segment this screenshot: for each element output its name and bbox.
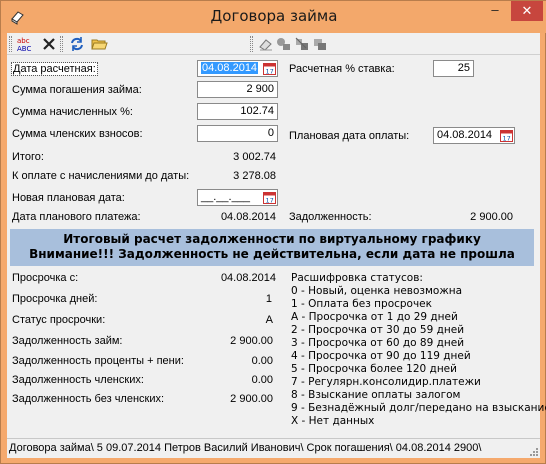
overdue-status-value: А: [265, 314, 273, 326]
legend-item: А - Просрочка от 1 до 29 дней: [291, 311, 458, 323]
svg-text:17: 17: [266, 197, 274, 205]
overdue-status-label: Статус просрочки:: [12, 314, 106, 326]
debt-label: Задолженность:: [289, 211, 372, 223]
debt-value: 2 900.00: [470, 211, 513, 223]
resize-grip-icon[interactable]: [528, 446, 538, 456]
calc-date-value: 04.08.2014: [201, 62, 259, 74]
calendar-icon[interactable]: 17: [263, 62, 276, 76]
overdue-from-value: 04.08.2014: [220, 272, 276, 284]
svg-text:ABC: ABC: [17, 45, 31, 53]
plan-pay-date-field[interactable]: 04.08.2014 17: [433, 127, 515, 144]
toolbar-grip[interactable]: [9, 36, 12, 52]
repay-sum-label: Сумма погашения займа:: [12, 84, 142, 96]
legend-item: 1 - Оплата без просрочек: [291, 298, 432, 310]
svg-text:17: 17: [266, 68, 274, 76]
to-pay-label: К оплате с начислениями до даты:: [12, 170, 190, 182]
legend-item: 3 - Просрочка от 60 до 89 дней: [291, 337, 465, 349]
plan-payment-date-label: Дата планового платежа:: [12, 211, 141, 223]
legend-title: Расшифровка статусов:: [291, 272, 423, 284]
toolbar: abc ABC: [7, 33, 540, 55]
calendar-icon[interactable]: 17: [500, 129, 513, 143]
abc-spellcheck-icon[interactable]: abc ABC: [16, 35, 34, 53]
debt-member-value: 0.00: [251, 374, 273, 386]
legend-item: 5 - Просрочка более 120 дней: [291, 363, 457, 375]
overdue-from-label: Просрочка с:: [12, 272, 79, 284]
eraser-icon[interactable]: [257, 35, 275, 53]
banner-warning: Внимание!!! Задолженность не действитель…: [29, 247, 515, 261]
legend-item: 9 - Безнадёжный долг/передано на взыскан…: [291, 402, 546, 414]
legend-item: 0 - Новый, оценка невозможна: [291, 285, 463, 297]
svg-text:abc: abc: [17, 37, 30, 45]
legend-item: 2 - Просрочка от 30 до 59 дней: [291, 324, 465, 336]
accrued-interest-label: Сумма начисленных %:: [12, 106, 133, 118]
to-pay-value: 3 278.08: [233, 170, 276, 182]
status-bar: Договора займа\ 5 09.07.2014 Петров Васи…: [7, 438, 540, 458]
debt-interest-label: Задолженность проценты + пени:: [12, 355, 184, 367]
member-fee-label: Сумма членских взносов:: [12, 128, 143, 140]
status-bar-text: Договора займа\ 5 09.07.2014 Петров Васи…: [9, 442, 482, 454]
debt-member-label: Задолженность членских:: [12, 374, 144, 386]
member-fee-field[interactable]: 0: [197, 125, 278, 142]
refresh-icon[interactable]: [68, 35, 86, 53]
gray-tools-icon[interactable]: [275, 35, 293, 53]
plan-pay-date-label: Плановая дата оплаты:: [289, 130, 410, 142]
calc-date-label: Дата расчетная:: [11, 62, 98, 76]
new-plan-date-value: __.__.___: [201, 191, 250, 203]
legend-item: 4 - Просрочка от 90 до 119 дней: [291, 350, 471, 362]
toolbar-separator: [60, 36, 63, 52]
plan-pay-date-value: 04.08.2014: [437, 129, 493, 141]
debt-no-member-value: 2 900.00: [230, 393, 273, 405]
toolbar-separator: [250, 36, 253, 52]
title-bar[interactable]: Договора займа – ✕: [1, 1, 546, 33]
gray-tools-icon[interactable]: [293, 35, 311, 53]
rate-label: Расчетная % ставка:: [289, 63, 395, 75]
overdue-days-label: Просрочка дней:: [12, 293, 98, 305]
svg-text:17: 17: [503, 135, 511, 143]
virtual-schedule-banner: Итоговый расчет задолженности по виртуал…: [10, 229, 534, 266]
delete-x-icon[interactable]: [40, 35, 58, 53]
minimize-button[interactable]: –: [482, 1, 508, 21]
overdue-days-value: 1: [265, 293, 272, 305]
legend-item: 8 - Взыскание оплаты залогом: [291, 389, 461, 401]
new-plan-date-label: Новая плановая дата:: [12, 192, 125, 204]
open-folder-icon[interactable]: [90, 35, 108, 53]
debt-loans-value: 2 900.00: [230, 335, 273, 347]
total-value: 3 002.74: [233, 151, 276, 163]
calc-date-field[interactable]: 04.08.2014 17: [197, 60, 278, 77]
loan-contract-window: Договора займа – ✕ abc ABC Дата расчетна…: [0, 0, 546, 464]
window-title: Договора займа: [210, 7, 338, 25]
legend-item: 7 - Регулярн.консолидир.платежи: [291, 376, 481, 388]
new-plan-date-field[interactable]: __.__.___ 17: [197, 189, 278, 206]
rate-field[interactable]: 25: [433, 60, 474, 77]
accrued-interest-field[interactable]: 102.74: [197, 103, 278, 120]
gray-tools-icon[interactable]: [311, 35, 329, 53]
calendar-icon[interactable]: 17: [263, 191, 276, 205]
repay-sum-field[interactable]: 2 900: [197, 81, 278, 98]
debt-interest-value: 0.00: [251, 355, 273, 367]
total-label: Итого:: [12, 151, 44, 163]
debt-loans-label: Задолженность займ:: [12, 335, 123, 347]
legend-item: X - Нет данных: [291, 415, 375, 427]
plan-payment-date-value: 04.08.2014: [220, 211, 276, 223]
close-button[interactable]: ✕: [511, 1, 543, 21]
banner-title: Итоговый расчет задолженности по виртуал…: [63, 232, 481, 246]
debt-no-member-label: Задолженность без членских:: [12, 393, 165, 405]
client-area: abc ABC Дата расчетная: 04.08.2014 17 Су…: [7, 33, 546, 458]
